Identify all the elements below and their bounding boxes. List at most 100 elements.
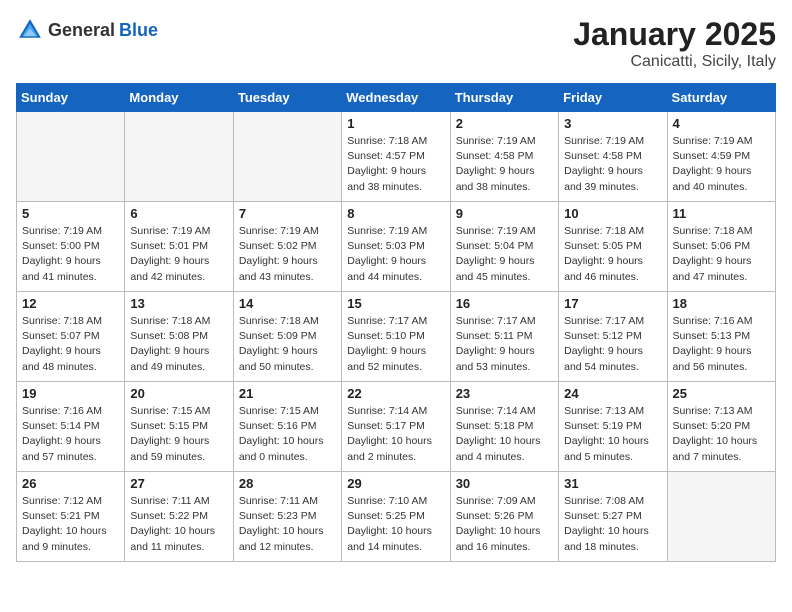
day-info: Sunrise: 7:08 AM Sunset: 5:27 PM Dayligh… <box>564 494 661 555</box>
day-info: Sunrise: 7:18 AM Sunset: 5:08 PM Dayligh… <box>130 314 227 375</box>
day-cell: 6 Sunrise: 7:19 AM Sunset: 5:01 PM Daylig… <box>125 202 233 292</box>
week-row-3: 12 Sunrise: 7:18 AM Sunset: 5:07 PM Dayli… <box>17 292 776 382</box>
weekday-header-wednesday: Wednesday <box>342 84 450 112</box>
day-info: Sunrise: 7:13 AM Sunset: 5:19 PM Dayligh… <box>564 404 661 465</box>
day-info: Sunrise: 7:10 AM Sunset: 5:25 PM Dayligh… <box>347 494 444 555</box>
day-cell: 7 Sunrise: 7:19 AM Sunset: 5:02 PM Daylig… <box>233 202 341 292</box>
day-cell <box>17 112 125 202</box>
day-number: 16 <box>456 296 553 311</box>
day-cell: 27 Sunrise: 7:11 AM Sunset: 5:22 PM Dayli… <box>125 472 233 562</box>
location-title: Canicatti, Sicily, Italy <box>573 53 776 71</box>
day-cell: 18 Sunrise: 7:16 AM Sunset: 5:13 PM Dayli… <box>667 292 775 382</box>
day-cell: 11 Sunrise: 7:18 AM Sunset: 5:06 PM Dayli… <box>667 202 775 292</box>
day-number: 3 <box>564 116 661 131</box>
month-title: January 2025 <box>573 16 776 53</box>
day-cell: 22Sunrise: 7:14 AM Sunset: 5:17 PM Dayli… <box>342 382 450 472</box>
day-info: Sunrise: 7:19 AM Sunset: 4:59 PM Dayligh… <box>673 134 770 195</box>
logo-blue: Blue <box>119 20 158 41</box>
day-info: Sunrise: 7:19 AM Sunset: 5:02 PM Dayligh… <box>239 224 336 285</box>
day-number: 15 <box>347 296 444 311</box>
day-number: 28 <box>239 476 336 491</box>
weekday-header-tuesday: Tuesday <box>233 84 341 112</box>
day-number: 17 <box>564 296 661 311</box>
day-cell: 17 Sunrise: 7:17 AM Sunset: 5:12 PM Dayli… <box>559 292 667 382</box>
day-info: Sunrise: 7:09 AM Sunset: 5:26 PM Dayligh… <box>456 494 553 555</box>
day-cell: 26Sunrise: 7:12 AM Sunset: 5:21 PM Dayli… <box>17 472 125 562</box>
weekday-header-saturday: Saturday <box>667 84 775 112</box>
day-info: Sunrise: 7:19 AM Sunset: 5:03 PM Dayligh… <box>347 224 444 285</box>
page-header: GeneralBlue January 2025 Canicatti, Sici… <box>16 16 776 71</box>
week-row-5: 26Sunrise: 7:12 AM Sunset: 5:21 PM Dayli… <box>17 472 776 562</box>
day-number: 25 <box>673 386 770 401</box>
day-cell: 24 Sunrise: 7:13 AM Sunset: 5:19 PM Dayli… <box>559 382 667 472</box>
day-cell: 19 Sunrise: 7:16 AM Sunset: 5:14 PM Dayli… <box>17 382 125 472</box>
day-number: 4 <box>673 116 770 131</box>
day-cell: 2Sunrise: 7:19 AM Sunset: 4:58 PM Daylig… <box>450 112 558 202</box>
day-number: 23 <box>456 386 553 401</box>
day-number: 24 <box>564 386 661 401</box>
day-cell: 12 Sunrise: 7:18 AM Sunset: 5:07 PM Dayli… <box>17 292 125 382</box>
day-number: 30 <box>456 476 553 491</box>
day-info: Sunrise: 7:12 AM Sunset: 5:21 PM Dayligh… <box>22 494 119 555</box>
day-info: Sunrise: 7:19 AM Sunset: 5:04 PM Dayligh… <box>456 224 553 285</box>
day-cell <box>667 472 775 562</box>
calendar-table: SundayMondayTuesdayWednesdayThursdayFrid… <box>16 83 776 562</box>
day-info: Sunrise: 7:14 AM Sunset: 5:18 PM Dayligh… <box>456 404 553 465</box>
weekday-header-friday: Friday <box>559 84 667 112</box>
day-info: Sunrise: 7:16 AM Sunset: 5:14 PM Dayligh… <box>22 404 119 465</box>
day-info: Sunrise: 7:19 AM Sunset: 5:00 PM Dayligh… <box>22 224 119 285</box>
logo-general: General <box>48 20 115 41</box>
day-info: Sunrise: 7:13 AM Sunset: 5:20 PM Dayligh… <box>673 404 770 465</box>
week-row-1: 1Sunrise: 7:18 AM Sunset: 4:57 PM Daylig… <box>17 112 776 202</box>
day-cell: 16 Sunrise: 7:17 AM Sunset: 5:11 PM Dayli… <box>450 292 558 382</box>
weekday-header-monday: Monday <box>125 84 233 112</box>
day-info: Sunrise: 7:16 AM Sunset: 5:13 PM Dayligh… <box>673 314 770 375</box>
day-number: 29 <box>347 476 444 491</box>
day-cell: 13 Sunrise: 7:18 AM Sunset: 5:08 PM Dayli… <box>125 292 233 382</box>
day-info: Sunrise: 7:17 AM Sunset: 5:10 PM Dayligh… <box>347 314 444 375</box>
day-info: Sunrise: 7:11 AM Sunset: 5:22 PM Dayligh… <box>130 494 227 555</box>
day-info: Sunrise: 7:15 AM Sunset: 5:16 PM Dayligh… <box>239 404 336 465</box>
day-cell: 8 Sunrise: 7:19 AM Sunset: 5:03 PM Daylig… <box>342 202 450 292</box>
day-cell: 25 Sunrise: 7:13 AM Sunset: 5:20 PM Dayli… <box>667 382 775 472</box>
day-cell: 31 Sunrise: 7:08 AM Sunset: 5:27 PM Dayli… <box>559 472 667 562</box>
day-number: 31 <box>564 476 661 491</box>
logo-icon <box>16 16 44 44</box>
day-cell: 4 Sunrise: 7:19 AM Sunset: 4:59 PM Daylig… <box>667 112 775 202</box>
day-info: Sunrise: 7:18 AM Sunset: 4:57 PM Dayligh… <box>347 134 444 195</box>
day-cell: 23 Sunrise: 7:14 AM Sunset: 5:18 PM Dayli… <box>450 382 558 472</box>
day-info: Sunrise: 7:18 AM Sunset: 5:06 PM Dayligh… <box>673 224 770 285</box>
day-number: 5 <box>22 206 119 221</box>
day-cell: 10Sunrise: 7:18 AM Sunset: 5:05 PM Dayli… <box>559 202 667 292</box>
day-info: Sunrise: 7:17 AM Sunset: 5:12 PM Dayligh… <box>564 314 661 375</box>
day-number: 8 <box>347 206 444 221</box>
day-number: 11 <box>673 206 770 221</box>
day-info: Sunrise: 7:18 AM Sunset: 5:07 PM Dayligh… <box>22 314 119 375</box>
day-cell: 5 Sunrise: 7:19 AM Sunset: 5:00 PM Daylig… <box>17 202 125 292</box>
day-number: 20 <box>130 386 227 401</box>
day-number: 19 <box>22 386 119 401</box>
logo: GeneralBlue <box>16 16 158 44</box>
day-cell <box>233 112 341 202</box>
week-row-4: 19 Sunrise: 7:16 AM Sunset: 5:14 PM Dayli… <box>17 382 776 472</box>
day-number: 7 <box>239 206 336 221</box>
day-cell: 28Sunrise: 7:11 AM Sunset: 5:23 PM Dayli… <box>233 472 341 562</box>
day-number: 13 <box>130 296 227 311</box>
day-info: Sunrise: 7:19 AM Sunset: 4:58 PM Dayligh… <box>564 134 661 195</box>
weekday-header-sunday: Sunday <box>17 84 125 112</box>
day-info: Sunrise: 7:17 AM Sunset: 5:11 PM Dayligh… <box>456 314 553 375</box>
day-cell: 29 Sunrise: 7:10 AM Sunset: 5:25 PM Dayli… <box>342 472 450 562</box>
weekday-header-thursday: Thursday <box>450 84 558 112</box>
day-cell: 9Sunrise: 7:19 AM Sunset: 5:04 PM Daylig… <box>450 202 558 292</box>
day-number: 18 <box>673 296 770 311</box>
day-number: 22 <box>347 386 444 401</box>
day-cell: 30 Sunrise: 7:09 AM Sunset: 5:26 PM Dayli… <box>450 472 558 562</box>
day-number: 6 <box>130 206 227 221</box>
day-cell <box>125 112 233 202</box>
day-info: Sunrise: 7:18 AM Sunset: 5:05 PM Dayligh… <box>564 224 661 285</box>
week-row-2: 5 Sunrise: 7:19 AM Sunset: 5:00 PM Daylig… <box>17 202 776 292</box>
day-number: 27 <box>130 476 227 491</box>
day-number: 12 <box>22 296 119 311</box>
day-number: 14 <box>239 296 336 311</box>
day-info: Sunrise: 7:19 AM Sunset: 5:01 PM Dayligh… <box>130 224 227 285</box>
